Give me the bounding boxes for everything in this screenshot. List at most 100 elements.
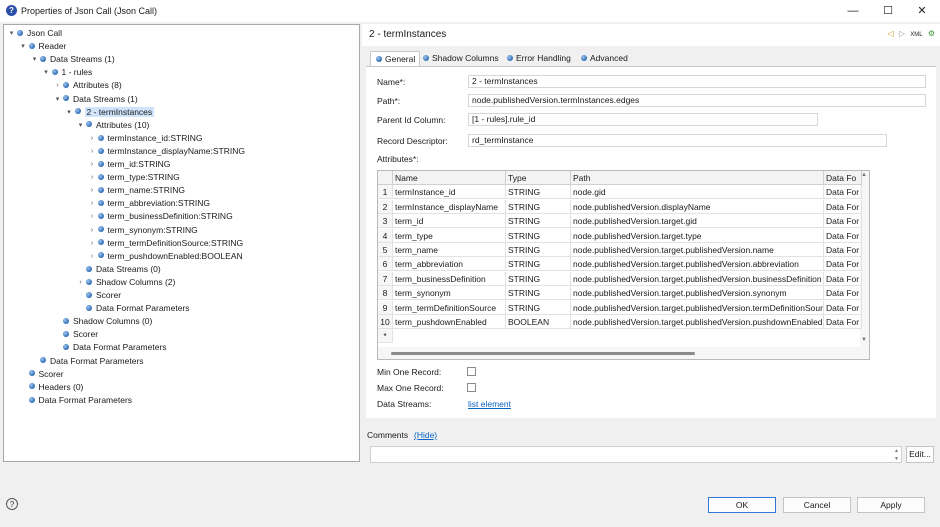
column-header[interactable]: Name xyxy=(393,171,506,185)
expand-toggle-icon[interactable]: ▾ xyxy=(65,106,74,119)
expand-toggle-icon[interactable]: › xyxy=(88,197,97,210)
apply-button[interactable]: Apply xyxy=(857,497,925,513)
max-one-record-checkbox[interactable] xyxy=(467,383,476,392)
xml-icon[interactable]: XML xyxy=(910,32,922,38)
tab-shadow-columns[interactable]: Shadow Columns xyxy=(422,51,499,66)
tree-node[interactable]: › termInstance_displayName:STRING xyxy=(88,145,245,158)
expand-toggle-icon[interactable]: ▾ xyxy=(30,53,39,66)
table-row[interactable]: 9 term_termDefinitionSource STRING node.pub… xyxy=(378,300,862,315)
tab-advanced[interactable]: Advanced xyxy=(580,51,628,66)
tree-node[interactable]: ▾ Json Call xyxy=(7,27,62,40)
minimize-button[interactable]: — xyxy=(838,2,868,20)
close-button[interactable]: ✕ xyxy=(907,2,937,20)
tree-node[interactable]: Headers (0) xyxy=(19,381,83,394)
expand-toggle-icon[interactable]: › xyxy=(88,158,97,171)
expand-toggle-icon[interactable]: › xyxy=(88,237,97,250)
path-input[interactable]: node.publishedVersion.termInstances.edge… xyxy=(468,94,926,107)
expand-toggle-icon[interactable]: › xyxy=(76,276,85,289)
expand-toggle-icon[interactable]: ▾ xyxy=(19,40,28,53)
comments-input[interactable]: ▲ ▼ xyxy=(370,446,902,463)
scroll-down-icon[interactable]: ▼ xyxy=(861,337,867,343)
expand-toggle-icon[interactable]: ▾ xyxy=(53,93,62,106)
tree-node[interactable]: Scorer xyxy=(19,368,64,381)
table-row[interactable]: 6 term_abbreviation STRING node.publishedVe… xyxy=(378,257,862,272)
back-icon[interactable]: ◁ xyxy=(887,29,893,38)
tree-node[interactable]: ▾ 2 - termInstances xyxy=(65,106,155,119)
expand-toggle-icon[interactable]: › xyxy=(88,171,97,184)
record-descriptor-input[interactable]: rd_termInstance xyxy=(468,134,887,147)
parent-id-input[interactable]: [1 - rules].rule_id xyxy=(468,113,818,126)
min-one-record-checkbox[interactable] xyxy=(467,367,476,376)
tree-node[interactable]: Data Format Parameters xyxy=(19,394,132,407)
table-row[interactable]: 8 term_synonym STRING node.publishedVersion… xyxy=(378,286,862,301)
expand-toggle-icon[interactable]: › xyxy=(88,210,97,223)
tree-node-label: Data Streams (1) xyxy=(73,93,138,104)
maximize-button[interactable]: ☐ xyxy=(873,2,903,20)
name-input[interactable]: 2 - termInstances xyxy=(468,75,926,88)
table-row[interactable]: 10 term_pushdownEnabled BOOLEAN node.publis… xyxy=(378,315,862,329)
tab-error-handling[interactable]: Error Handling xyxy=(506,51,571,66)
tree-node[interactable]: › termInstance_id:STRING xyxy=(88,132,203,145)
tree-node[interactable]: Data Format Parameters xyxy=(30,355,144,368)
table-row[interactable]: 2 termInstance_displayName STRING node.publ… xyxy=(378,199,862,214)
list-element-link[interactable]: list element xyxy=(468,399,511,409)
tree-node[interactable]: › term_synonym:STRING xyxy=(88,224,198,237)
forward-icon[interactable]: ▷ xyxy=(899,29,905,38)
tree-node[interactable]: › term_id:STRING xyxy=(88,158,171,171)
expand-toggle-icon[interactable]: › xyxy=(88,224,97,237)
tree-node[interactable]: Data Format Parameters xyxy=(76,302,190,315)
attributes-grid[interactable]: ▲ ▼ Name Type Path Data Fo 1 termInstance_id S… xyxy=(377,170,870,360)
expand-toggle-icon[interactable]: › xyxy=(88,184,97,197)
tree-node[interactable]: › Attributes (8) xyxy=(53,79,121,92)
tree-node[interactable]: › term_type:STRING xyxy=(88,171,180,184)
hide-comments-link[interactable]: (Hide) xyxy=(414,430,437,440)
table-row[interactable]: 5 term_name STRING node.publishedVersion.ta… xyxy=(378,243,862,257)
edit-comments-button[interactable]: Edit... xyxy=(906,446,934,463)
comments-scroll-up-icon[interactable]: ▲ xyxy=(894,448,899,454)
tree-node[interactable]: › term_businessDefinition:STRING xyxy=(88,210,233,223)
cancel-button[interactable]: Cancel xyxy=(783,497,851,513)
tree-node[interactable]: ▾ Attributes (10) xyxy=(76,119,150,132)
tree-node[interactable]: › term_pushdownEnabled:BOOLEAN xyxy=(88,250,243,263)
expand-toggle-icon[interactable]: ▾ xyxy=(42,66,51,79)
tree-node[interactable]: Scorer xyxy=(76,289,121,302)
column-header[interactable]: Path xyxy=(571,171,824,185)
help-icon[interactable]: ? xyxy=(6,498,18,510)
tree-node-label: termInstance_id:STRING xyxy=(107,132,203,143)
tree-node[interactable]: Data Format Parameters xyxy=(53,341,167,354)
tree-node[interactable]: ▾ Data Streams (1) xyxy=(30,53,115,66)
tree-node[interactable]: Scorer xyxy=(53,328,98,341)
expand-toggle-icon[interactable]: ▾ xyxy=(76,119,85,132)
table-row[interactable]: 1 termInstance_id STRING node.gid Data For xyxy=(378,185,862,200)
settings-icon[interactable]: ⚙ xyxy=(928,29,935,38)
expand-toggle-icon[interactable]: ▾ xyxy=(7,27,16,40)
path-cell: node.publishedVersion.target.publishedVe… xyxy=(571,243,824,257)
column-header[interactable]: Data Fo xyxy=(824,171,862,185)
expand-toggle-icon[interactable]: › xyxy=(88,132,97,145)
tree-node[interactable]: Shadow Columns (0) xyxy=(53,315,152,328)
tree-node[interactable]: › Shadow Columns (2) xyxy=(76,276,175,289)
grid-scroll-thumb[interactable] xyxy=(391,352,695,355)
ok-button[interactable]: OK xyxy=(708,497,776,513)
grid-horizontal-scrollbar[interactable] xyxy=(378,347,869,359)
table-row[interactable]: 7 term_businessDefinition STRING node.publi… xyxy=(378,271,862,286)
tree-node[interactable]: › term_abbreviation:STRING xyxy=(88,197,210,210)
comments-scroll-down-icon[interactable]: ▼ xyxy=(894,456,899,462)
tree-node[interactable]: › term_name:STRING xyxy=(88,184,185,197)
expand-toggle-icon[interactable]: › xyxy=(88,145,97,158)
column-header[interactable]: Type xyxy=(506,171,571,185)
tree-node-label: term_businessDefinition:STRING xyxy=(107,211,233,222)
table-row[interactable]: 4 term_type STRING node.publishedVersion.ta… xyxy=(378,228,862,243)
tab-general[interactable]: General xyxy=(370,51,421,66)
tree-node[interactable]: Data Streams (0) xyxy=(76,263,161,276)
tree-node[interactable]: ▾ Data Streams (1) xyxy=(53,93,138,106)
expand-toggle-icon[interactable]: › xyxy=(88,250,97,263)
expand-toggle-icon[interactable]: › xyxy=(53,79,62,92)
tree-node[interactable]: › term_termDefinitionSource:STRING xyxy=(88,237,243,250)
new-row-marker[interactable]: * xyxy=(378,329,393,344)
properties-tree[interactable]: ▾ Json Call ▾ Reader ▾ Data Streams (1) ▾ 1 - r… xyxy=(3,24,360,462)
tree-node[interactable]: ▾ Reader xyxy=(19,40,66,53)
tree-node-label: termInstance_displayName:STRING xyxy=(107,145,245,156)
table-row[interactable]: 3 term_id STRING node.publishedVersion.targ… xyxy=(378,214,862,229)
tree-node[interactable]: ▾ 1 - rules xyxy=(42,66,92,79)
